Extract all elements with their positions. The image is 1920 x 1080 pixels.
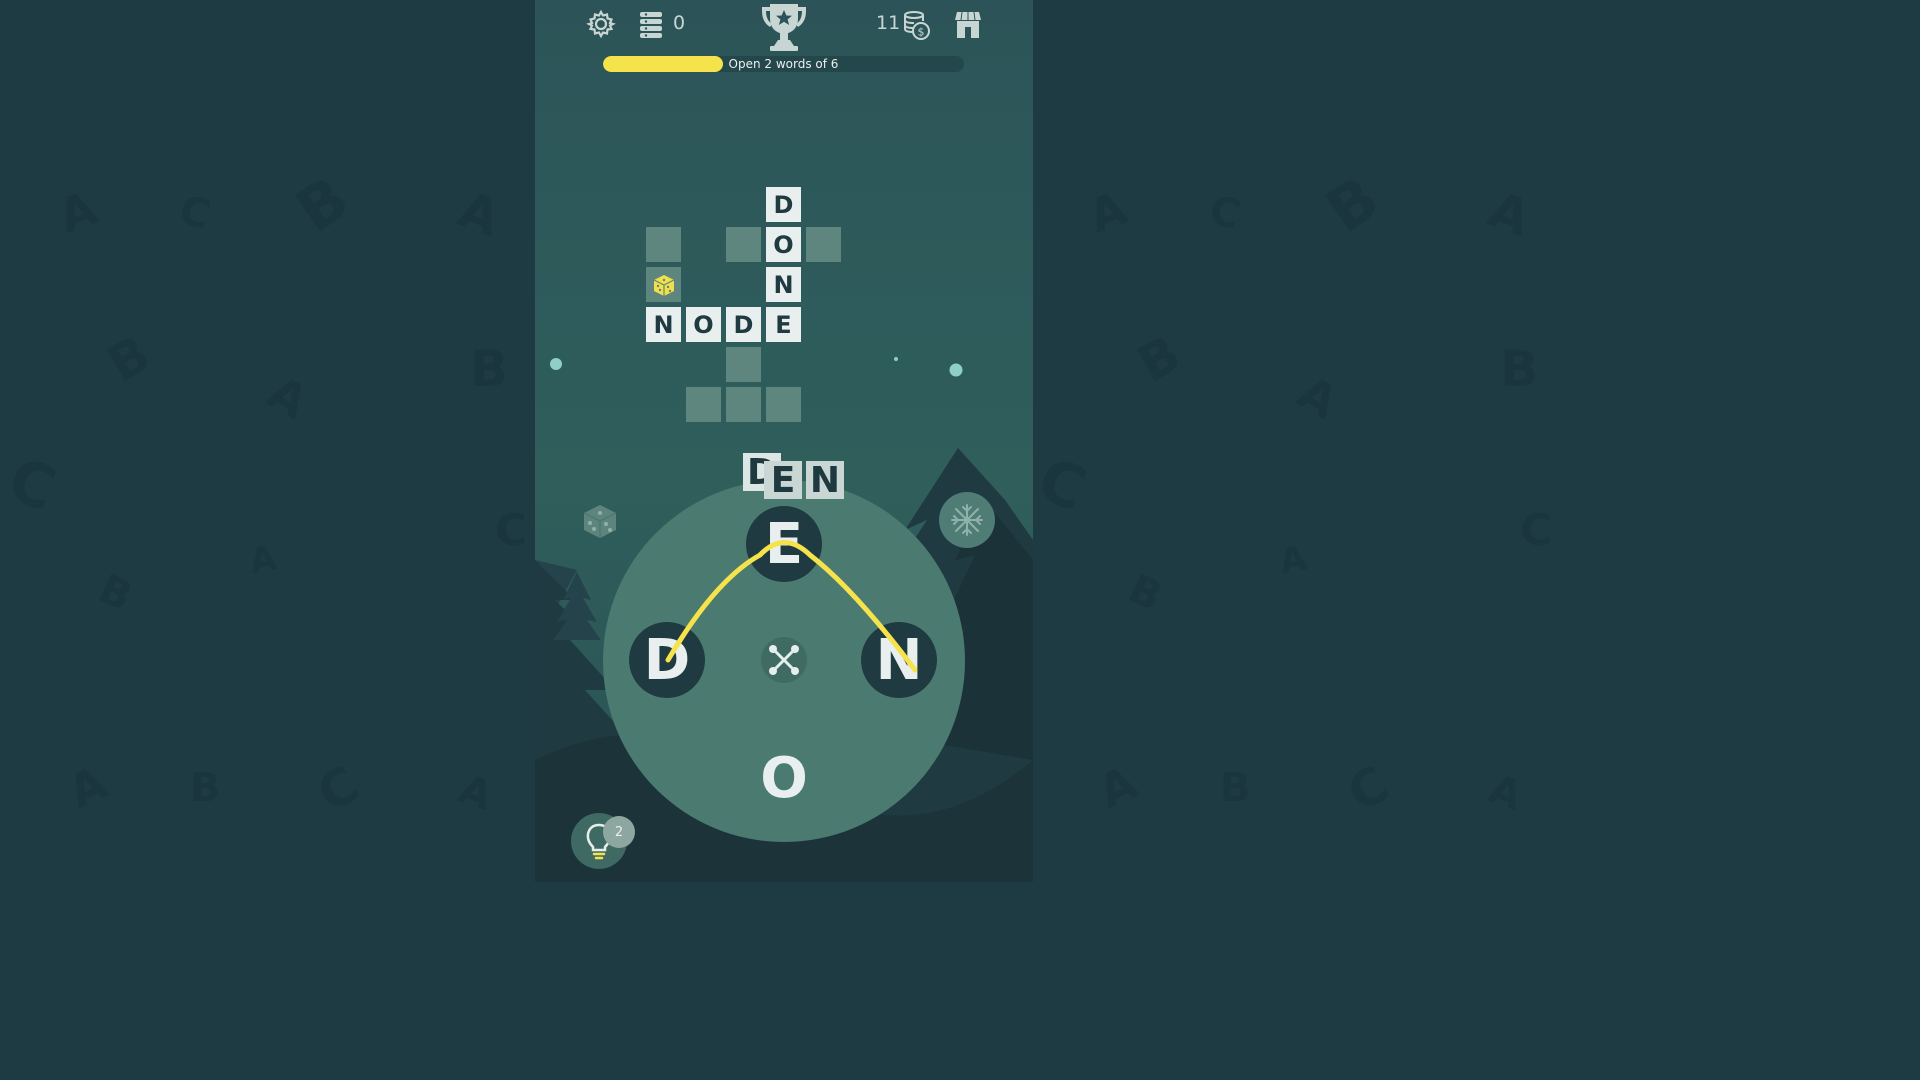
snowflake-icon [951, 504, 983, 536]
bg-letter: A [60, 755, 116, 819]
coins-counter[interactable]: 11 $ [874, 9, 934, 41]
bg-letter: B [1220, 765, 1251, 811]
shuffle-icon [769, 645, 799, 675]
grid-cell-empty [806, 227, 841, 262]
wheel-letter-e[interactable]: E [746, 506, 822, 582]
hint-count-badge: 2 [603, 816, 635, 848]
grid-cell: N [766, 267, 801, 302]
grid-cell-empty [646, 227, 681, 262]
snow-dot [894, 357, 898, 361]
grid-cell: O [766, 227, 801, 262]
bg-letter: A [51, 180, 104, 244]
bg-letter: C [1520, 505, 1553, 556]
bg-letter: C [174, 186, 215, 240]
wheel-letter-d[interactable]: D [629, 622, 705, 698]
grid-cell: E [766, 307, 801, 342]
bg-letter: B [1128, 324, 1191, 394]
bg-letter: A [1288, 364, 1347, 430]
bg-letter: C [1337, 754, 1399, 824]
level-progress-bar: Open 2 words of 6 [603, 56, 964, 72]
progress-label: Open 2 words of 6 [728, 57, 839, 71]
bg-letter: B [1500, 340, 1539, 398]
grid-cell: N [646, 307, 681, 342]
trophy-button[interactable] [758, 2, 810, 52]
shuffle-button[interactable] [761, 637, 807, 683]
snow-dot [550, 358, 562, 370]
grid-cell-empty [766, 387, 801, 422]
wheel-letter-o[interactable]: O [746, 740, 822, 816]
grid-cell: D [766, 187, 801, 222]
snow-dot [949, 363, 963, 377]
trophy-icon [762, 4, 806, 51]
bg-letter: B [1121, 565, 1169, 621]
dice-icon [583, 505, 617, 538]
bg-letter: A [1276, 538, 1310, 582]
bg-letter: B [98, 324, 161, 394]
bg-letter: A [1481, 180, 1538, 248]
bg-letter: C [495, 505, 528, 556]
bg-letter: A [451, 180, 508, 248]
bg-letter: C [1029, 444, 1095, 526]
grid-cell-bonus [646, 267, 681, 302]
tickets-counter[interactable]: 0 [638, 9, 698, 41]
shop-icon [955, 11, 981, 38]
grid-cell-empty [686, 387, 721, 422]
dice-icon [653, 274, 674, 296]
bg-letter: C [0, 444, 65, 526]
bg-letter: A [1483, 766, 1528, 820]
gear-icon [586, 9, 616, 39]
coins-count: 11 [876, 12, 901, 34]
bg-letter: B [1314, 163, 1392, 247]
bg-letter: A [1090, 755, 1146, 819]
coins-icon: $ [904, 11, 930, 40]
grid-cell: D [726, 307, 761, 342]
settings-button[interactable] [586, 9, 616, 39]
grid-cell-empty [726, 347, 761, 382]
bg-letter: A [453, 766, 498, 820]
bg-letter: B [190, 765, 221, 811]
preview-letter: N [806, 460, 844, 501]
snowflake-button[interactable] [939, 492, 995, 548]
ticket-stack-icon [640, 12, 662, 38]
bg-letter: B [284, 163, 362, 247]
tickets-count: 0 [673, 12, 686, 34]
grid-cell-empty [726, 387, 761, 422]
bg-letter: A [258, 364, 317, 430]
wheel-letter-n[interactable]: N [861, 622, 937, 698]
shop-button[interactable] [954, 10, 982, 40]
bg-letter: C [307, 754, 369, 824]
dice-button[interactable] [580, 501, 620, 541]
game-screen: 0 11 $ Open 2 words of 6 D O N N O D E D… [535, 0, 1033, 882]
bg-letter: B [470, 340, 509, 398]
bg-letter: A [246, 538, 280, 582]
preview-letter: E [764, 460, 802, 501]
svg-text:$: $ [918, 26, 925, 39]
bg-letter: B [91, 565, 139, 621]
bg-letter: C [1204, 186, 1245, 240]
grid-cell: O [686, 307, 721, 342]
grid-cell-empty [726, 227, 761, 262]
bg-letter: A [1081, 180, 1134, 244]
